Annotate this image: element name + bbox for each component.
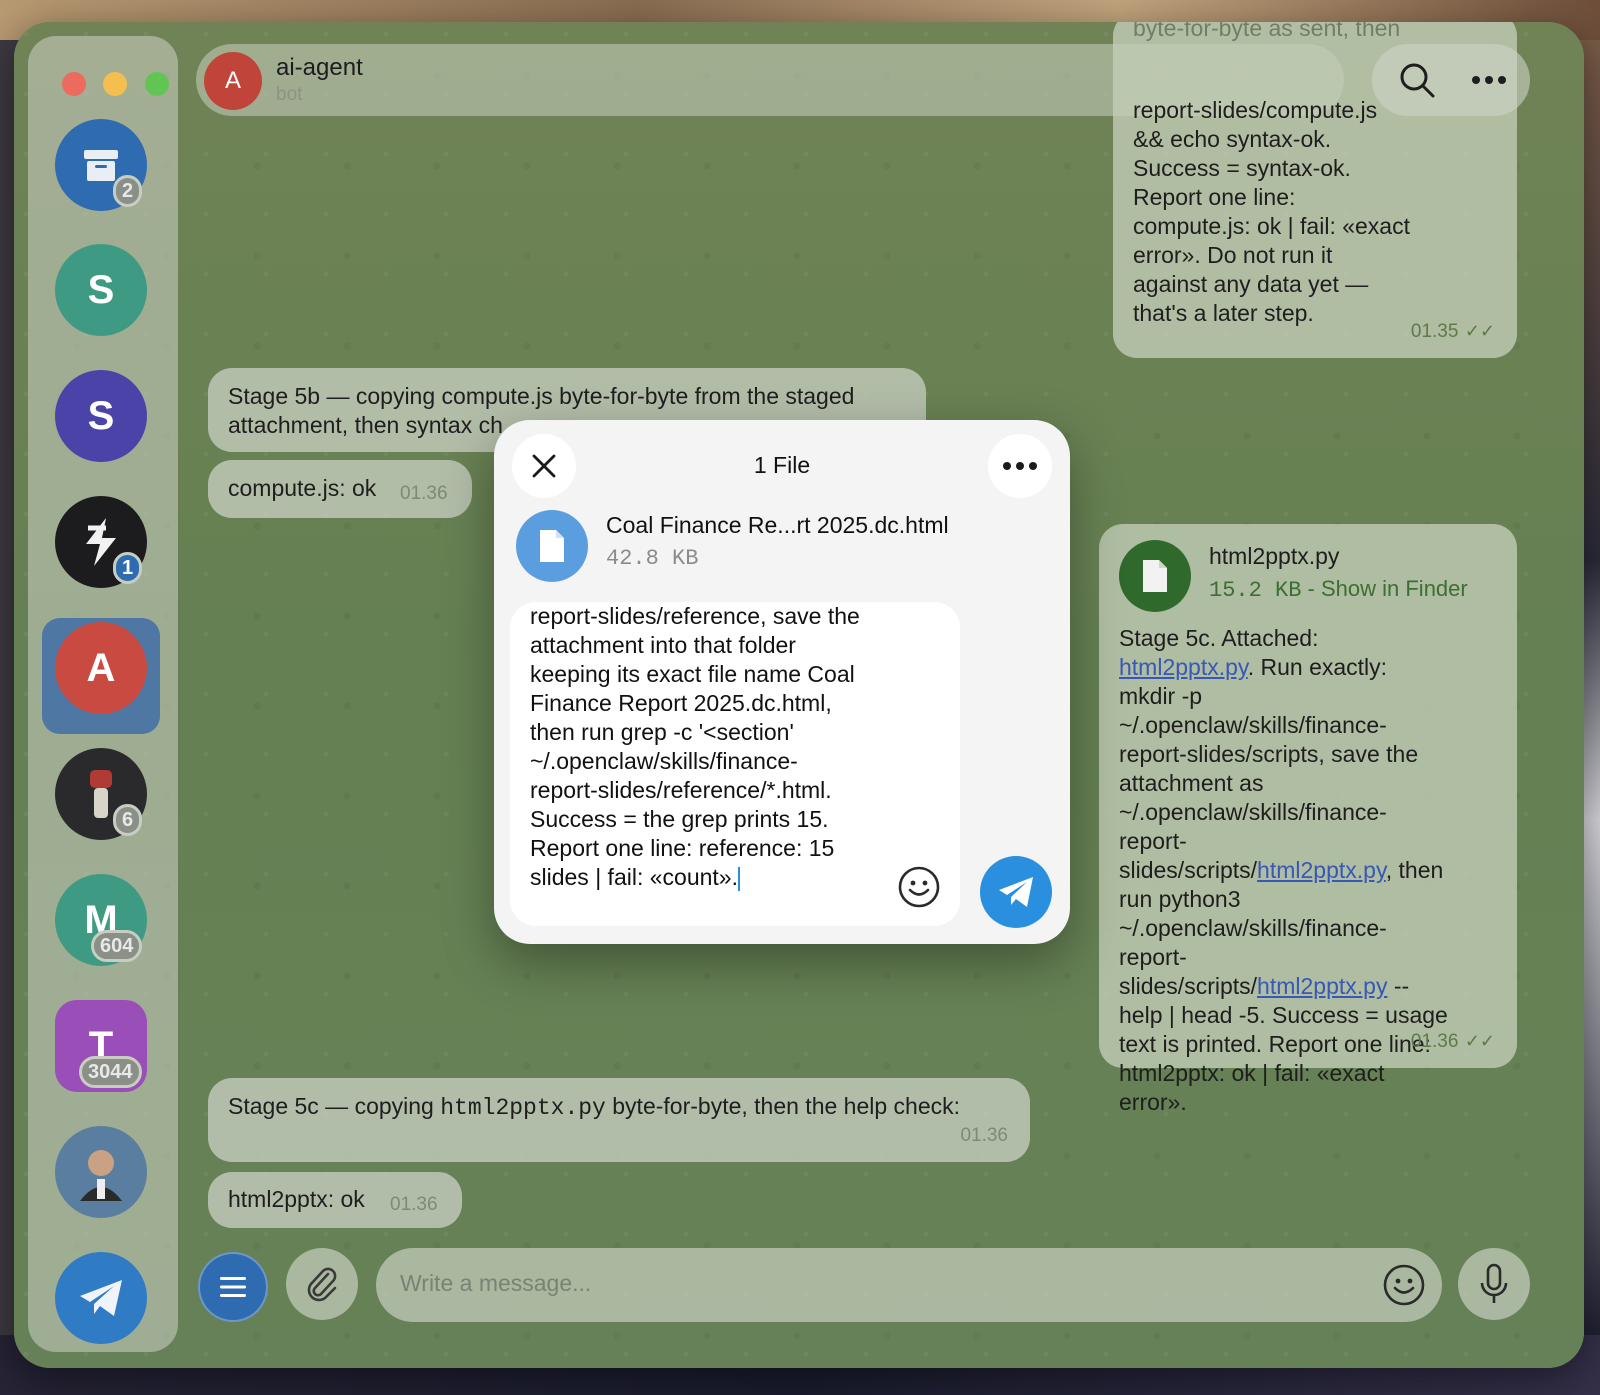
microphone-icon xyxy=(1480,1263,1508,1303)
unread-badge: 604 xyxy=(91,930,143,962)
message-input[interactable]: Write a message... xyxy=(376,1248,1442,1322)
caption-value: report-slides/reference, save the attach… xyxy=(530,603,860,890)
message-meta: 01.35 ✓✓ xyxy=(1411,315,1495,346)
double-check-icon: ✓✓ xyxy=(1464,321,1495,341)
bot-menu-button[interactable] xyxy=(198,1252,268,1322)
voice-message-button[interactable] xyxy=(1458,1248,1530,1320)
message-text: report-slides/compute.js && echo syntax-… xyxy=(1133,96,1493,328)
message-incoming-html2pptx-ok[interactable]: html2pptx: ok 01.36 xyxy=(208,1172,462,1228)
code-span: html2pptx.py xyxy=(440,1095,606,1121)
sidebar-item-chat-dark[interactable]: 1 xyxy=(55,496,147,588)
chat-title: ai-agent xyxy=(276,54,363,81)
sidebar-item-chat-s-purple[interactable]: S xyxy=(55,370,147,462)
message-time: 01.35 xyxy=(1410,321,1459,342)
file-size: 15.2 KB xyxy=(1209,578,1302,603)
ellipsis-icon xyxy=(1003,462,1037,470)
person-photo-icon xyxy=(80,1150,122,1201)
attach-button[interactable] xyxy=(286,1248,358,1320)
sidebar-item-archive[interactable]: 2 xyxy=(55,119,147,211)
avatar-letter: A xyxy=(224,67,241,94)
dialog-more-button[interactable] xyxy=(988,434,1052,498)
ellipsis-icon xyxy=(1472,76,1506,84)
message-placeholder: Write a message... xyxy=(400,1270,592,1296)
message-text: Stage 5c — copying html2pptx.py byte-for… xyxy=(228,1092,960,1123)
search-icon xyxy=(1400,63,1435,98)
emoji-button[interactable] xyxy=(1376,1257,1432,1313)
text-span: Stage 5c. Attached: xyxy=(1119,625,1319,651)
chat-subtitle: bot xyxy=(276,84,303,105)
unread-badge: 6 xyxy=(113,804,143,836)
message-line: Report one line: xyxy=(1133,184,1296,210)
text-span: . Run exactly: mkdir -p ~/.openclaw/skil… xyxy=(1119,654,1419,883)
paper-plane-icon xyxy=(999,877,1033,907)
zoom-window-button[interactable] xyxy=(145,72,169,96)
message-line: Success = syntax-ok. xyxy=(1133,155,1351,181)
unread-badge: 2 xyxy=(113,175,143,207)
sidebar-item-chat-t[interactable]: T 3044 xyxy=(55,1000,147,1092)
message-line: against any data yet — xyxy=(1133,271,1369,297)
message-time: 01.36 xyxy=(400,483,448,504)
document-icon xyxy=(540,530,564,562)
more-options-button[interactable] xyxy=(1454,44,1524,116)
paperclip-icon xyxy=(307,1267,337,1302)
attached-file-name: Coal Finance Re...rt 2025.dc.html xyxy=(606,512,949,538)
file-link[interactable]: html2pptx.py xyxy=(1257,973,1387,999)
sidebar-item-chat-photo[interactable] xyxy=(55,1126,147,1218)
file-name: html2pptx.py xyxy=(1209,543,1340,569)
dialog-title: 1 File xyxy=(753,452,811,478)
avatar-letter: A xyxy=(86,645,116,690)
attached-file-size: 42.8 KB xyxy=(606,546,699,571)
message-time: 01.36 xyxy=(1410,1031,1459,1052)
message-meta: 01.36 ✓✓ xyxy=(1411,1025,1495,1056)
avatar-letter: S xyxy=(87,393,115,438)
file-thumbnail xyxy=(516,510,588,582)
send-file-dialog: 1 File Coal Finance Re...rt 2025.dc.html… xyxy=(494,420,1070,944)
sidebar-item-telegram-app[interactable] xyxy=(55,1252,147,1344)
message-outgoing-html2pptx[interactable]: html2pptx.py 15.2 KB - Show in Finder St… xyxy=(1099,524,1517,1115)
text-span: Stage 5c — copying xyxy=(228,1093,441,1119)
avatar-letter: S xyxy=(87,267,115,312)
telegram-window: 2 S S 1 A 6 M 604 T 3044 A ai-agent bot … xyxy=(14,22,1584,1368)
message-text: html2pptx: ok xyxy=(228,1186,365,1212)
caption-text: report-slides/reference, save the attach… xyxy=(530,602,860,892)
chat-header-avatar[interactable]: A xyxy=(204,52,262,110)
header-tools xyxy=(1372,44,1530,116)
message-time: 01.36 xyxy=(960,1125,1008,1146)
message-incoming-compute-ok[interactable]: compute.js: ok 01.36 xyxy=(208,460,472,518)
document-icon xyxy=(1143,560,1167,592)
message-incoming-stage5c[interactable]: Stage 5c — copying html2pptx.py byte-for… xyxy=(208,1078,1030,1162)
smiley-icon xyxy=(1383,1264,1425,1306)
message-time: 01.36 xyxy=(390,1194,438,1215)
sidebar-item-chat-ai-agent[interactable]: A xyxy=(55,622,147,714)
text-span: byte-for-byte, then the help check: xyxy=(605,1093,961,1119)
menu-icon xyxy=(220,1277,246,1297)
caption-input[interactable]: report-slides/reference, save the attach… xyxy=(510,602,960,926)
message-line: && echo syntax-ok. xyxy=(1133,126,1332,152)
sidebar-item-chat-fist[interactable]: 6 xyxy=(55,748,147,840)
message-text: compute.js: ok xyxy=(228,475,377,501)
smiley-icon xyxy=(898,866,940,908)
message-text-faded: byte-for-byte as sent, then xyxy=(1133,22,1401,41)
sidebar-item-chat-s-green[interactable]: S xyxy=(55,244,147,336)
unread-badge: 3044 xyxy=(79,1056,142,1088)
minimize-window-button[interactable] xyxy=(103,72,127,96)
file-link[interactable]: html2pptx.py xyxy=(1119,654,1248,680)
double-check-icon: ✓✓ xyxy=(1464,1031,1495,1051)
sidebar-item-chat-m[interactable]: M 604 xyxy=(55,874,147,966)
caption-emoji-button[interactable] xyxy=(892,860,946,914)
close-window-button[interactable] xyxy=(62,72,86,96)
show-in-finder-link[interactable]: - Show in Finder xyxy=(1308,576,1468,601)
search-button[interactable] xyxy=(1382,44,1452,116)
file-meta: 15.2 KB - Show in Finder xyxy=(1209,574,1468,605)
text-cursor xyxy=(737,866,740,891)
send-button[interactable] xyxy=(980,856,1052,928)
paper-plane-icon xyxy=(80,1280,122,1316)
file-download-button[interactable] xyxy=(1119,540,1191,612)
file-link[interactable]: html2pptx.py xyxy=(1257,857,1386,883)
message-text: Stage 5c. Attached: html2pptx.py. Run ex… xyxy=(1119,624,1449,1117)
message-line: error». Do not run it xyxy=(1133,242,1333,268)
message-line: compute.js: ok | fail: «exact xyxy=(1133,213,1410,239)
unread-badge: 1 xyxy=(113,552,143,584)
